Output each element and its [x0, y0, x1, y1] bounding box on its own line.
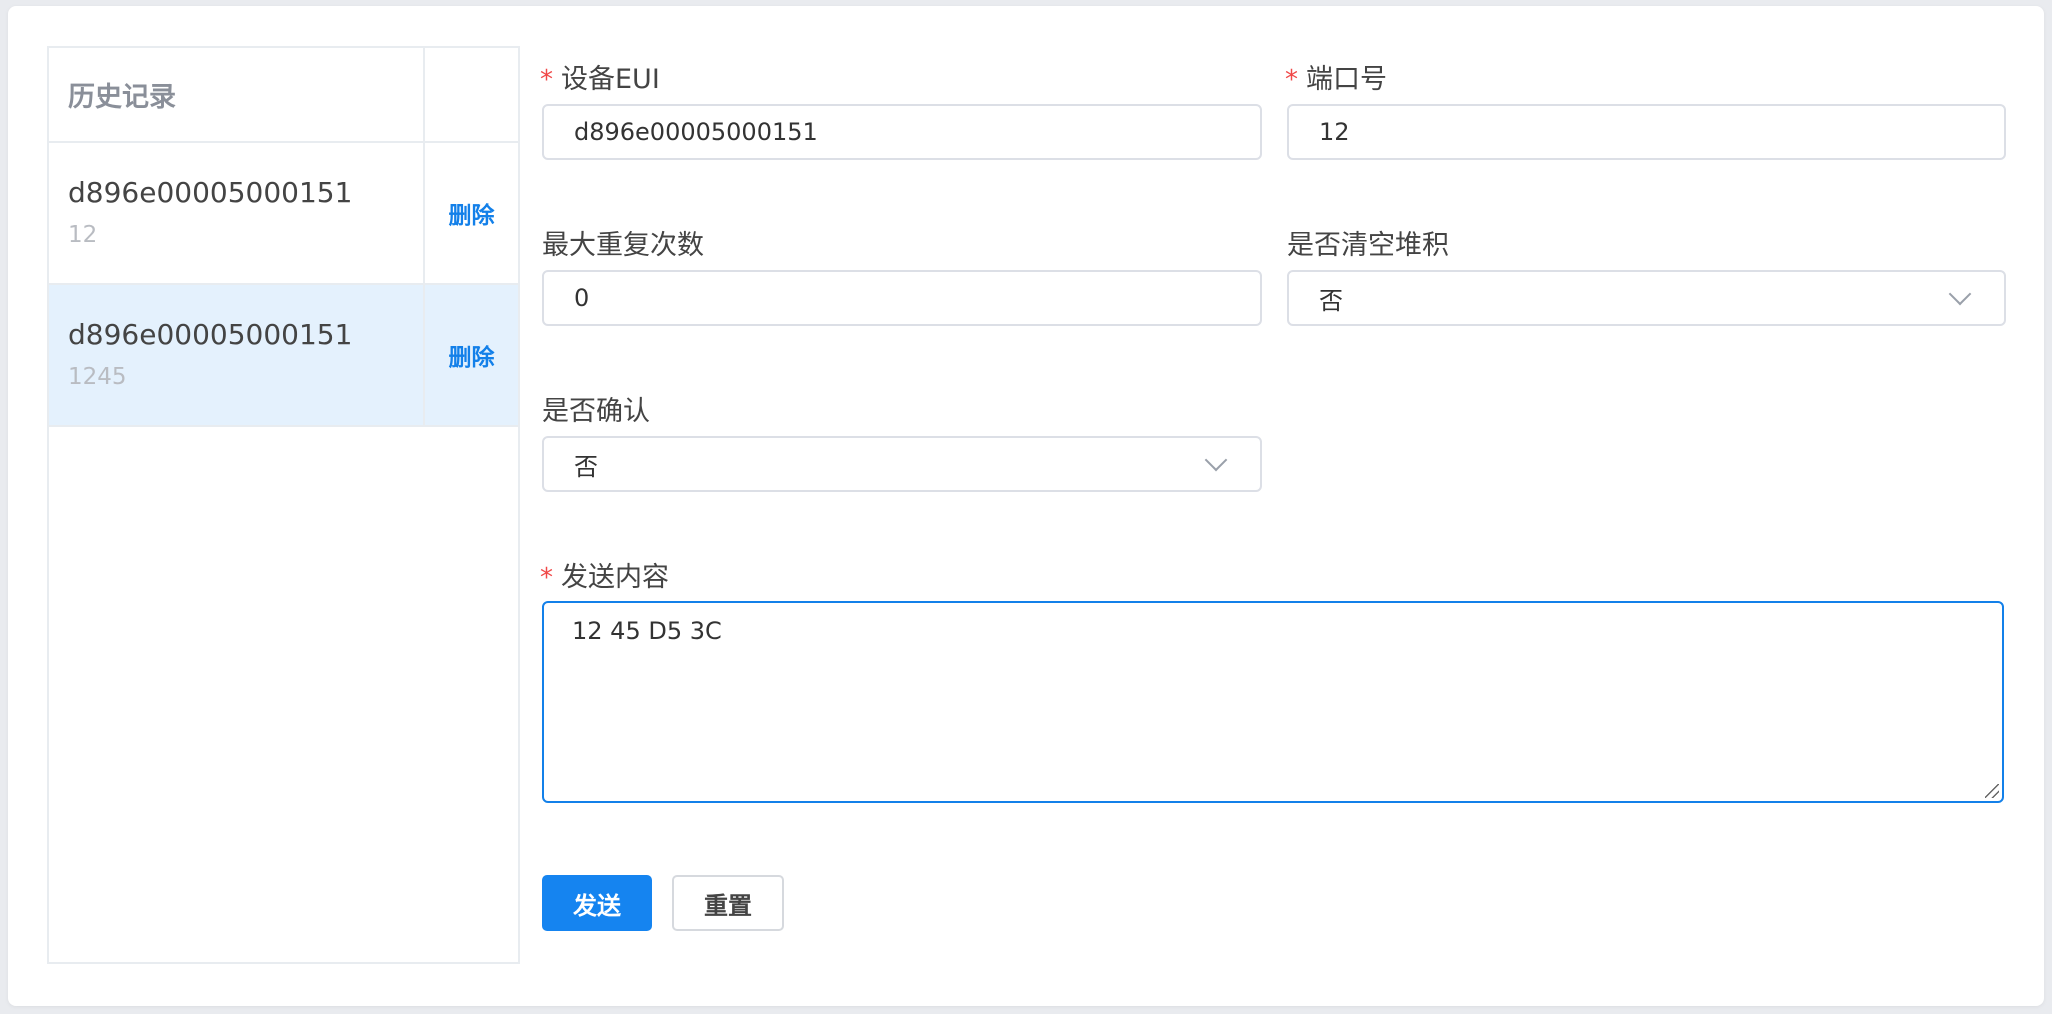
- history-row-port: 1245: [68, 364, 127, 390]
- port-input[interactable]: [1319, 118, 1974, 146]
- payload-label: * 发送内容: [540, 560, 669, 596]
- required-mark: *: [540, 65, 553, 95]
- history-table: 历史记录 d896e00005000151 12 删除 d896e0000500…: [47, 46, 520, 964]
- history-row-info: d896e00005000151 12: [49, 143, 425, 283]
- required-mark: *: [540, 563, 553, 593]
- payload-label-text: 发送内容: [561, 562, 669, 593]
- history-row-2[interactable]: d896e00005000151 1245 删除: [49, 285, 518, 427]
- history-row-info: d896e00005000151 1245: [49, 285, 425, 425]
- main-panel: 历史记录 d896e00005000151 12 删除 d896e0000500…: [8, 6, 2044, 1006]
- device-eui-label-text: 设备EUI: [561, 64, 660, 95]
- required-mark: *: [1285, 65, 1298, 95]
- send-button[interactable]: 发送: [542, 875, 652, 931]
- delete-button[interactable]: 删除: [449, 196, 495, 230]
- clear-queue-value: 否: [1319, 286, 1343, 315]
- confirm-select[interactable]: 否: [542, 436, 1262, 492]
- chevron-down-icon: [1948, 282, 1972, 306]
- port-label: * 端口号: [1285, 62, 1387, 98]
- delete-button[interactable]: 删除: [449, 338, 495, 372]
- history-row-eui: d896e00005000151: [68, 318, 353, 351]
- history-header-action-col: [425, 48, 518, 141]
- device-eui-input[interactable]: [574, 118, 1230, 146]
- clear-queue-label: 是否清空堆积: [1287, 230, 1449, 261]
- payload-textarea[interactable]: 12 45 D5 3C: [572, 617, 1974, 787]
- confirm-value: 否: [574, 452, 598, 481]
- reset-button[interactable]: 重置: [672, 875, 784, 931]
- payload-field[interactable]: 12 45 D5 3C: [542, 601, 2004, 803]
- history-row-action-cell: 删除: [425, 143, 518, 283]
- history-title: 历史记录: [49, 48, 425, 141]
- history-row-eui: d896e00005000151: [68, 176, 353, 209]
- history-row-port: 12: [68, 222, 98, 248]
- device-eui-field[interactable]: [542, 104, 1262, 160]
- port-label-text: 端口号: [1306, 64, 1387, 95]
- history-header: 历史记录: [49, 48, 518, 143]
- device-eui-label: * 设备EUI: [540, 62, 660, 98]
- resize-handle-icon[interactable]: [1985, 784, 1999, 798]
- max-retries-input[interactable]: [574, 284, 1230, 312]
- chevron-down-icon: [1204, 448, 1228, 472]
- confirm-label: 是否确认: [542, 396, 650, 427]
- port-field[interactable]: [1287, 104, 2006, 160]
- clear-queue-select[interactable]: 否: [1287, 270, 2006, 326]
- max-retries-field[interactable]: [542, 270, 1262, 326]
- history-row-1[interactable]: d896e00005000151 12 删除: [49, 143, 518, 285]
- history-row-action-cell: 删除: [425, 285, 518, 425]
- max-retries-label: 最大重复次数: [542, 230, 704, 261]
